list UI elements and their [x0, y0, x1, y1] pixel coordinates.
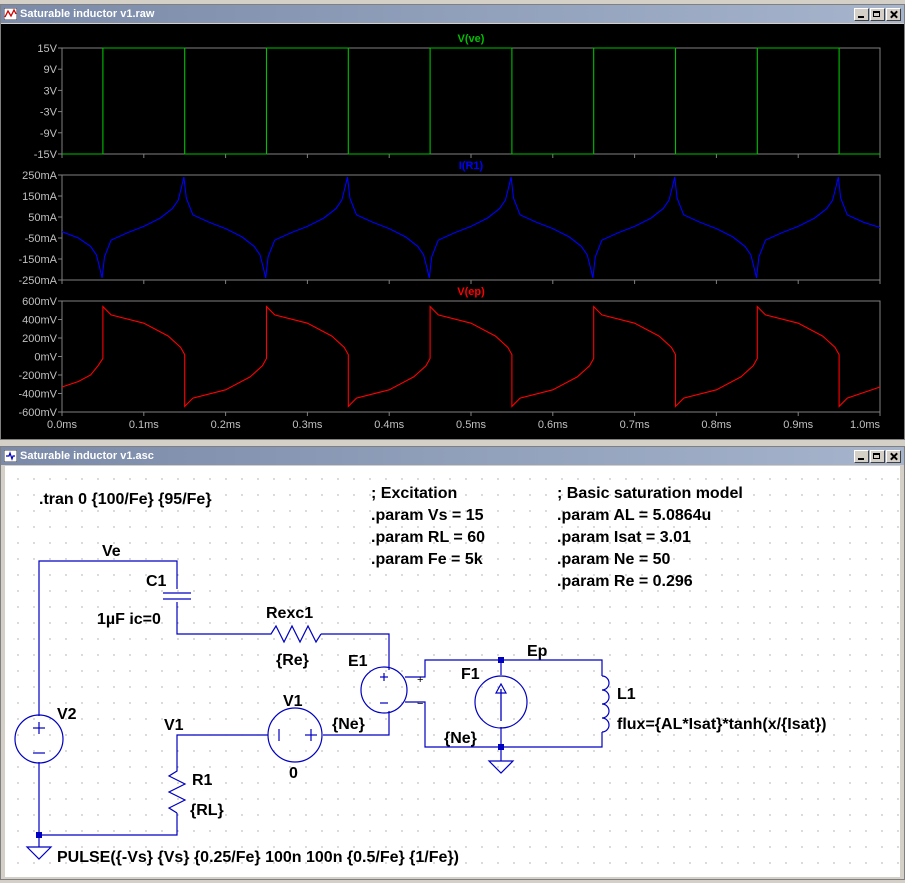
e1-value[interactable]: {Ne} — [332, 716, 365, 733]
l1-label[interactable]: L1 — [617, 686, 636, 703]
net-label-ve[interactable]: Ve — [102, 543, 121, 560]
waveform-app-icon — [4, 8, 17, 20]
waveform-window-title: Saturable inductor v1.raw — [20, 8, 155, 20]
v1-voltage-source[interactable] — [267, 707, 323, 763]
tran-directive[interactable]: .tran 0 {100/Fe} {95/Fe} — [39, 491, 212, 508]
y-tick-label: 600mV — [22, 296, 58, 308]
e1-label[interactable]: E1 — [348, 653, 368, 670]
c1-value[interactable]: 1µF ic=0 — [97, 611, 161, 628]
v2-voltage-source[interactable] — [14, 714, 64, 764]
ground-symbols — [25, 760, 515, 860]
x-tick-label: 0.4ms — [374, 419, 404, 431]
e1-minus-sign: − — [417, 698, 423, 710]
x-tick-label: 0.5ms — [456, 419, 486, 431]
maximize-button[interactable] — [870, 449, 885, 463]
plot-frame — [61, 174, 881, 281]
param-re[interactable]: .param Re = 0.296 — [557, 573, 693, 590]
minimize-button[interactable] — [854, 449, 869, 463]
v1-source-label[interactable]: V1 — [283, 693, 303, 710]
waveform-titlebar[interactable]: Saturable inductor v1.raw — [1, 5, 904, 23]
y-tick-label: 250mA — [22, 170, 58, 182]
rexc1-label[interactable]: Rexc1 — [266, 605, 313, 622]
x-tick-label: 1.0ms — [850, 419, 880, 431]
e1-plus-sign: + — [417, 674, 423, 686]
net-label-v1[interactable]: V1 — [164, 717, 184, 734]
trace-line — [61, 176, 881, 279]
trace-line — [61, 305, 881, 408]
x-tick-label: 0.3ms — [292, 419, 322, 431]
schematic-window-title: Saturable inductor v1.asc — [20, 450, 154, 462]
minimize-button[interactable] — [854, 7, 869, 21]
x-tick-label: 0.1ms — [129, 419, 159, 431]
excitation-comment[interactable]: ; Excitation — [371, 485, 457, 502]
y-tick-label: -15V — [34, 149, 58, 161]
x-tick-label: 0.9ms — [783, 419, 813, 431]
close-button[interactable] — [886, 449, 901, 463]
y-tick-label: -600mV — [18, 407, 57, 419]
v1-value[interactable]: 0 — [289, 765, 298, 782]
schematic-app-icon — [4, 450, 17, 462]
y-tick-label: -200mV — [18, 370, 57, 382]
y-tick-label: -9V — [40, 128, 58, 140]
e1-dependent-source[interactable]: + − — [360, 666, 423, 714]
ground-icon — [25, 846, 53, 860]
f1-current-source[interactable] — [474, 675, 528, 729]
schematic-drawing[interactable]: .tran 0 {100/Fe} {95/Fe} ; Excitation .p… — [5, 466, 900, 877]
y-tick-label: 400mV — [22, 315, 58, 327]
r1-value[interactable]: {RL} — [190, 802, 224, 819]
param-vs[interactable]: .param Vs = 15 — [371, 507, 484, 524]
x-tick-label: 0.2ms — [211, 419, 241, 431]
y-tick-label: 9V — [44, 64, 58, 76]
v2-label[interactable]: V2 — [57, 706, 77, 723]
r1-label[interactable]: R1 — [192, 772, 213, 789]
y-tick-label: 200mV — [22, 333, 58, 345]
x-tick-label: 0.0ms — [47, 419, 77, 431]
param-al[interactable]: .param AL = 5.0864u — [557, 507, 711, 524]
f1-value[interactable]: {Ne} — [444, 730, 477, 747]
y-tick-label: 15V — [37, 43, 57, 55]
y-tick-label: -3V — [40, 107, 58, 119]
y-tick-label: 3V — [44, 85, 58, 97]
y-tick-label: 0mV — [34, 352, 57, 364]
c1-capacitor[interactable] — [163, 592, 191, 600]
trace-title: V(ve) — [458, 33, 485, 45]
maximize-button[interactable] — [870, 7, 885, 21]
wires[interactable] — [38, 560, 603, 847]
param-ne[interactable]: .param Ne = 50 — [557, 551, 671, 568]
waveform-window[interactable]: Saturable inductor v1.raw 15V 9V 3V -3V -9V -… — [0, 4, 905, 440]
x-tick-label: 0.7ms — [620, 419, 650, 431]
trace-title: I(R1) — [459, 160, 484, 172]
f1-label[interactable]: F1 — [461, 666, 480, 683]
ground-icon — [487, 760, 515, 774]
y-tick-label: -150mA — [18, 254, 57, 266]
l1-inductor[interactable] — [601, 675, 610, 733]
schematic-window[interactable]: Saturable inductor v1.asc .tran 0 {100/F… — [0, 446, 905, 880]
saturation-comment[interactable]: ; Basic saturation model — [557, 485, 743, 502]
close-button[interactable] — [886, 7, 901, 21]
y-tick-label: 50mA — [28, 212, 57, 224]
trace-title: V(ep) — [457, 286, 485, 298]
param-fe[interactable]: .param Fe = 5k — [371, 551, 483, 568]
waveform-plots[interactable]: 15V 9V 3V -3V -9V -15V V(ve) 250mA 150mA 50mA -50m… — [1, 24, 904, 439]
r1-resistor[interactable] — [167, 767, 187, 814]
y-tick-label: -250mA — [18, 275, 57, 287]
net-label-ep[interactable]: Ep — [527, 643, 548, 660]
x-tick-label: 0.8ms — [701, 419, 731, 431]
rexc1-value[interactable]: {Re} — [276, 652, 309, 669]
y-tick-label: -400mV — [18, 389, 57, 401]
schematic-canvas[interactable]: .tran 0 {100/Fe} {95/Fe} ; Excitation .p… — [5, 466, 900, 877]
y-tick-label: -50mA — [25, 233, 58, 245]
param-isat[interactable]: .param Isat = 3.01 — [557, 529, 691, 546]
y-tick-label: 150mA — [22, 191, 58, 203]
param-rl[interactable]: .param RL = 60 — [371, 529, 485, 546]
v2-pulse-spec[interactable]: PULSE({-Vs} {Vs} {0.25/Fe} 100n 100n {0.… — [57, 849, 459, 866]
schematic-titlebar[interactable]: Saturable inductor v1.asc — [1, 447, 904, 465]
l1-flux-expression[interactable]: flux={AL*Isat}*tanh(x/{Isat}) — [617, 716, 826, 733]
rexc1-resistor[interactable] — [266, 624, 322, 644]
plot-area[interactable]: 15V 9V 3V -3V -9V -15V V(ve) 250mA 150mA 50mA -50m… — [1, 24, 904, 439]
trace-line — [62, 47, 880, 155]
x-tick-label: 0.6ms — [538, 419, 568, 431]
c1-label[interactable]: C1 — [146, 573, 167, 590]
